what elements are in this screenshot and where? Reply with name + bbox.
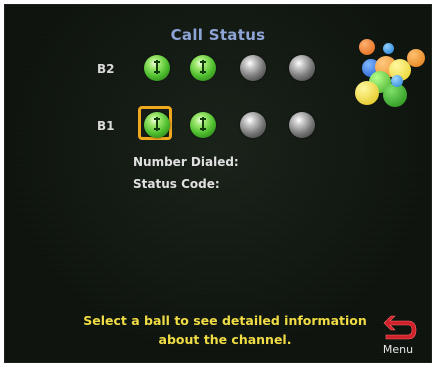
back-arrow-icon [383, 315, 417, 340]
channel-ball-b1-3[interactable] [240, 112, 266, 138]
channel-ball-b1-1[interactable] [144, 112, 170, 138]
status-code-label: Status Code: [133, 177, 220, 191]
menu-button[interactable]: Menu [378, 315, 418, 359]
phone-icon [200, 117, 206, 131]
row-label-b1: B1 [97, 119, 115, 133]
menu-label: Menu [382, 343, 414, 356]
channel-ball-b1-2[interactable] [190, 112, 216, 138]
channel-ball-b2-2[interactable] [190, 55, 216, 81]
channel-ball-b1-4[interactable] [289, 112, 315, 138]
row-label-b2: B2 [97, 62, 115, 76]
hint-line-1: Select a ball to see detailed informatio… [83, 313, 367, 328]
channel-ball-b2-3[interactable] [240, 55, 266, 81]
hint-line-2: about the channel. [158, 332, 292, 347]
colored-balls-logo-icon [353, 39, 433, 115]
channel-ball-b2-1[interactable] [144, 55, 170, 81]
phone-icon [200, 60, 206, 74]
call-status-screen: Call Status B2 B1 Number Dialed: Status … [4, 4, 432, 363]
phone-icon [154, 60, 160, 74]
instruction-hint: Select a ball to see detailed informatio… [65, 311, 385, 349]
number-dialed-label: Number Dialed: [133, 155, 239, 169]
phone-icon [154, 117, 160, 131]
channel-ball-b2-4[interactable] [289, 55, 315, 81]
